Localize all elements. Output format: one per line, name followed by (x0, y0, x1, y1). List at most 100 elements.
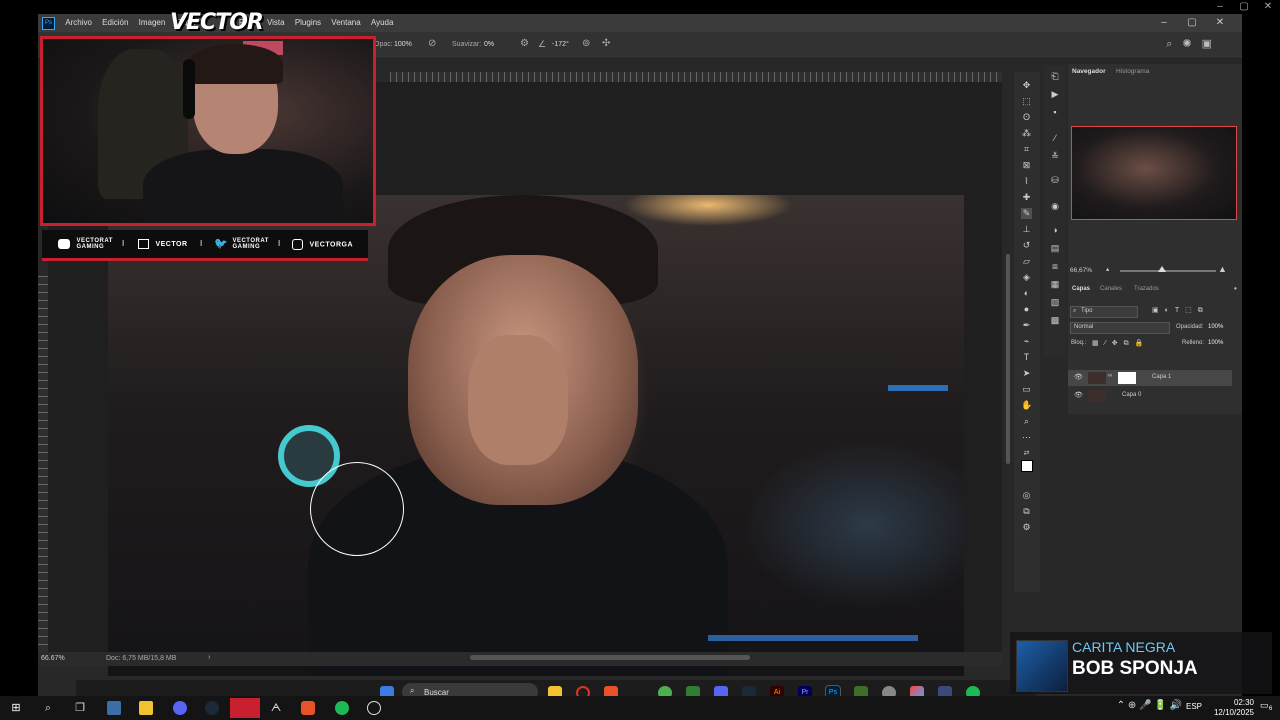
pen-anchor-icon[interactable]: ⌁ (1021, 336, 1032, 347)
brush-tool-icon[interactable]: ✎ (1021, 208, 1032, 219)
tab-histograma[interactable]: Histograma (1116, 68, 1149, 75)
pressure-size-icon[interactable]: ⊚ (582, 38, 590, 49)
vertical-scrollbar[interactable] (1006, 254, 1010, 464)
maximize-icon[interactable]: ▢ (1178, 14, 1206, 32)
visibility-eye-icon[interactable]: 👁 (1074, 373, 1083, 381)
clone-source-icon[interactable]: ⛁ (1049, 174, 1061, 186)
document-canvas[interactable] (108, 195, 964, 676)
smoothing-value[interactable]: 0% (484, 41, 494, 48)
menu-archivo[interactable]: Archivo (61, 14, 96, 32)
windows-start-icon[interactable]: ⊞ (9, 701, 23, 715)
history-panel-icon[interactable]: ⎗ (1049, 70, 1061, 82)
layer-fill-value[interactable]: 100% (1208, 340, 1223, 346)
status-arrow-icon[interactable]: › (208, 654, 210, 661)
menu-vista[interactable]: Vista (263, 14, 289, 32)
lasso-tool-icon[interactable]: ʘ (1021, 112, 1032, 123)
blur-tool-icon[interactable]: ◐ (1021, 288, 1032, 299)
navigator-zoom-value[interactable]: 66,67% (1070, 267, 1092, 274)
panel-menu-icon[interactable]: • (1234, 284, 1237, 293)
menu-edicion[interactable]: Edición (98, 14, 132, 32)
navigator-zoom-knob[interactable] (1158, 266, 1166, 272)
symmetry-icon[interactable]: ✣ (602, 38, 610, 49)
healing-brush-icon[interactable]: ✚ (1021, 192, 1032, 203)
minimize-icon[interactable]: – (1150, 14, 1178, 32)
rectangle-tool-icon[interactable]: ▭ (1021, 384, 1032, 395)
system-tray-icons[interactable]: ⌃ ⊕ 🎤 🔋 🔊 (1117, 700, 1182, 711)
layer-row[interactable]: 👁 Capa 0 (1068, 388, 1232, 404)
hand-tool-icon[interactable]: ✋ (1021, 400, 1032, 411)
tab-trazados[interactable]: Trazados (1134, 286, 1159, 292)
libraries-panel-icon[interactable]: ▤ (1049, 242, 1061, 254)
color-panel-icon[interactable]: ◉ (1049, 200, 1061, 212)
gradients-panel-icon[interactable]: ▧ (1049, 296, 1061, 308)
zoom-in-icon[interactable]: ▲ (1218, 264, 1227, 274)
opacity-value[interactable]: 100% (394, 41, 412, 48)
navigator-thumbnail[interactable] (1071, 126, 1237, 220)
edit-toolbar-icon[interactable]: ⚙ (1021, 522, 1032, 533)
brush-settings-icon[interactable]: ≚ (1049, 150, 1061, 162)
clone-stamp-icon[interactable]: ⊥ (1021, 224, 1032, 235)
clock[interactable]: 02:30 12/10/2025 (1214, 698, 1254, 718)
close-icon[interactable]: ✕ (1256, 0, 1280, 14)
blend-mode-select[interactable]: Normal (1070, 322, 1170, 334)
zoom-tool-icon[interactable]: ⌕ (1021, 416, 1032, 427)
discover-icon[interactable]: ✺ (1182, 38, 1191, 50)
doc-info[interactable]: Doc: 6,75 MB/15,8 MB (106, 655, 176, 662)
brushes-panel-icon[interactable]: ⁄ (1049, 132, 1061, 144)
pressure-opacity-icon[interactable]: ⊘ (428, 38, 436, 49)
crop-tool-icon[interactable]: ⌗ (1021, 144, 1032, 155)
discord-icon[interactable] (173, 701, 187, 715)
layer-name[interactable]: Capa 1 (1152, 374, 1171, 380)
navigator-zoom-slider[interactable] (1120, 270, 1216, 272)
close-icon[interactable]: ✕ (1206, 14, 1234, 32)
more-tools-icon[interactable]: ⋯ (1021, 432, 1032, 443)
tab-canales[interactable]: Canales (1100, 286, 1122, 292)
obs-active-app-icon[interactable] (230, 698, 260, 718)
patterns-panel-icon[interactable]: ▩ (1049, 314, 1061, 326)
search-icon[interactable]: ⌕ (41, 701, 55, 715)
foreground-color-swatch[interactable] (1021, 460, 1033, 472)
actions-panel-icon[interactable]: ▶ (1049, 88, 1061, 100)
steam-icon[interactable] (205, 701, 219, 715)
layer-row[interactable]: 👁 ∞ Capa 1 (1068, 370, 1232, 386)
menu-imagen[interactable]: Imagen (135, 14, 170, 32)
filter-kind-select[interactable]: ⌕ Tipo (1070, 306, 1138, 318)
language-indicator[interactable]: ESP (1186, 702, 1202, 711)
menu-ayuda[interactable]: Ayuda (367, 14, 398, 32)
maximize-icon[interactable]: ▢ (1232, 0, 1256, 14)
layer-mask-thumbnail[interactable] (1118, 372, 1136, 384)
menu-ventana[interactable]: Ventana (327, 14, 364, 32)
screen-mode-icon[interactable]: ⧉ (1021, 506, 1032, 517)
brave-icon[interactable] (301, 701, 315, 715)
lock-icons[interactable]: ▦⁄✥⧉🔒 (1092, 339, 1149, 348)
spotify-icon[interactable] (335, 701, 349, 715)
path-selection-icon[interactable]: ➤ (1021, 368, 1032, 379)
link-icon[interactable]: ∞ (1108, 373, 1112, 379)
app-icon[interactable]: ᗅ (269, 701, 283, 715)
pen-tool-icon[interactable]: ✒ (1021, 320, 1032, 331)
search-icon[interactable]: ⌕ (1166, 38, 1172, 50)
eraser-icon[interactable]: ▱ (1021, 256, 1032, 267)
zoom-out-icon[interactable]: ▴ (1106, 265, 1109, 273)
quick-mask-icon[interactable]: ◎ (1021, 490, 1032, 501)
paint-bucket-icon[interactable]: ◈ (1021, 272, 1032, 283)
tab-capas[interactable]: Capas (1072, 286, 1090, 292)
history-brush-icon[interactable]: ↺ (1021, 240, 1032, 251)
swap-colors-icon[interactable]: ⇄ (1021, 448, 1032, 459)
minimize-icon[interactable]: – (1208, 0, 1232, 14)
workspace-icon[interactable]: ▣ (1202, 38, 1212, 50)
frame-tool-icon[interactable]: ⊠ (1021, 160, 1032, 171)
layer-filter-icons[interactable]: ▣◐T⬚⧉ (1152, 306, 1209, 315)
obs-icon[interactable] (367, 701, 381, 715)
file-explorer-icon[interactable] (139, 701, 153, 715)
marquee-tool-icon[interactable]: ⬚ (1021, 96, 1032, 107)
layer-name[interactable]: Capa 0 (1122, 392, 1141, 398)
photoshop-logo-icon[interactable]: Ps (42, 17, 55, 30)
tab-navegador[interactable]: Navegador (1072, 68, 1106, 75)
remote-desktop-icon[interactable] (107, 701, 121, 715)
visibility-eye-icon[interactable]: 👁 (1074, 391, 1083, 399)
menu-plugins[interactable]: Plugins (291, 14, 325, 32)
properties-panel-icon[interactable]: ⧈ (1049, 260, 1061, 272)
comments-panel-icon[interactable]: ▪ (1049, 106, 1061, 118)
layer-opacity-value[interactable]: 100% (1208, 324, 1223, 330)
